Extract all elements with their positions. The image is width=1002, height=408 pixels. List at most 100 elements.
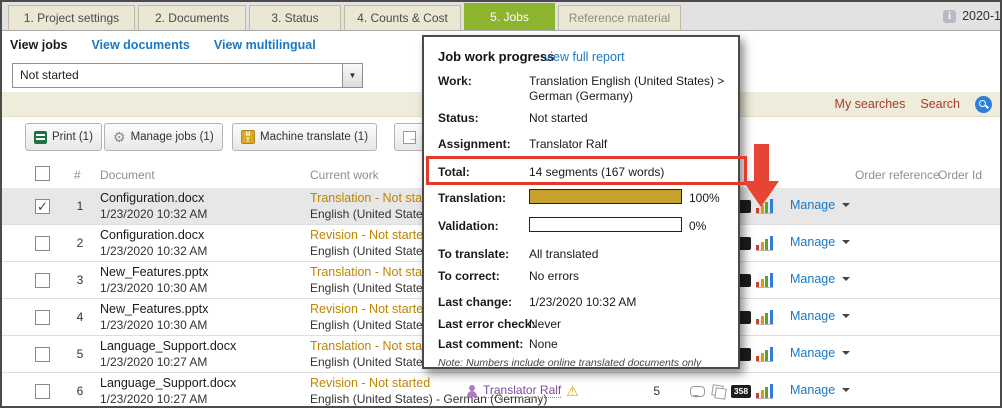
progress-chart-icon[interactable] [756,346,773,362]
tags-icon[interactable] [712,385,724,397]
to-correct-value: No errors [529,269,579,283]
chevron-down-icon [842,314,850,322]
chevron-down-icon [842,388,850,396]
machine-translate-button-label: Machine translate (1) [260,131,368,143]
gear-icon: ⚙ [113,131,126,144]
work-status: Revision - Not started [310,228,430,242]
export-icon [403,131,416,144]
document-name: New_Features.pptx [100,265,208,279]
work-value: Translation English (United States) > Ge… [529,74,734,104]
document-date: 1/23/2020 10:30 AM [100,281,207,295]
chevron-down-icon [842,203,850,211]
manage-label: Manage [790,346,835,360]
tab-status[interactable]: 3. Status [249,5,341,30]
col-order-id: Order Id [938,168,982,182]
status-filter-value[interactable]: Not started [12,63,342,88]
status-filter-dropdown[interactable]: Not started ▼ [12,63,363,88]
select-all-checkbox[interactable] [35,166,50,181]
progress-chart-icon[interactable] [756,272,773,288]
manage-label: Manage [790,235,835,249]
document-date: 1/23/2020 10:30 AM [100,318,207,332]
warning-icon[interactable]: ⚠ [566,384,579,398]
row-checkbox[interactable] [35,310,50,325]
manage-dropdown[interactable]: Manage [790,198,850,212]
translation-progress-bar [529,189,682,204]
job-work-progress-popup: Job work progress view full report Work:… [422,35,740,369]
segment-count: 5 [630,384,660,398]
search-link[interactable]: Search [920,97,960,111]
tab-counts-cost[interactable]: 4. Counts & Cost [344,5,461,30]
view-multilingual-link[interactable]: View multilingual [214,38,316,52]
progress-chart-icon[interactable] [756,383,773,399]
dropdown-arrow-icon[interactable]: ▼ [342,63,363,88]
work-status: Revision - Not started [310,376,430,390]
view-full-report-link[interactable]: view full report [544,50,625,64]
manage-jobs-button-label: Manage jobs (1) [131,131,214,143]
validation-label: Validation: [438,219,499,233]
machine-translate-button[interactable]: MT Machine translate (1) [232,123,377,151]
chevron-down-icon [842,240,850,248]
progress-chart-icon[interactable] [756,309,773,325]
print-button[interactable]: Print (1) [25,123,102,151]
col-order-reference: Order reference [855,168,940,182]
tab-project-settings[interactable]: 1. Project settings [8,5,135,30]
row-checkbox[interactable] [35,384,50,399]
document-date: 1/23/2020 10:32 AM [100,207,207,221]
row-checkbox[interactable] [35,347,50,362]
manage-jobs-button[interactable]: ⚙ Manage jobs (1) [104,123,223,151]
document-date: 1/23/2020 10:27 AM [100,355,207,369]
tab-reference-material[interactable]: Reference material [558,5,681,30]
print-icon [34,131,47,144]
document-date: 1/23/2020 10:32 AM [100,244,207,258]
last-error-check-label: Last error check: [438,317,535,331]
row-number: 4 [70,310,90,324]
progress-chart-icon[interactable] [756,198,773,214]
manage-dropdown[interactable]: Manage [790,383,850,397]
manage-dropdown[interactable]: Manage [790,309,850,323]
app-window: 1. Project settings 2. Documents 3. Stat… [0,0,1002,408]
row-number: 2 [70,236,90,250]
my-searches-link[interactable]: My searches [835,97,906,111]
col-document: Document [100,168,155,182]
project-id: 2020-1 [962,9,1001,23]
col-number: # [74,168,81,182]
row-checkbox[interactable] [35,199,50,214]
row-checkbox[interactable] [35,236,50,251]
row-number: 5 [70,347,90,361]
manage-label: Manage [790,198,835,212]
last-error-check-value: Never [529,317,561,331]
print-button-label: Print (1) [52,131,93,143]
row-checkbox[interactable] [35,273,50,288]
document-name: Language_Support.docx [100,376,236,390]
person-icon [466,385,478,397]
tab-documents[interactable]: 2. Documents [138,5,246,30]
manage-label: Manage [790,383,835,397]
assignment-label: Assignment: [438,137,511,151]
chevron-down-icon [842,351,850,359]
assignment-link[interactable]: Translator Ralf [483,383,561,398]
search-icon[interactable] [975,96,992,113]
view-jobs-tab[interactable]: View jobs [10,38,67,52]
row-number: 6 [70,384,90,398]
view-switcher: View jobs View documents View multilingu… [10,38,316,52]
last-comment-label: Last comment: [438,337,523,351]
work-label: Work: [438,74,472,88]
tab-bar: 1. Project settings 2. Documents 3. Stat… [2,2,1000,31]
manage-dropdown[interactable]: Manage [790,235,850,249]
popup-title: Job work progress [438,49,554,64]
col-current-work: Current work [310,168,379,182]
comment-icon[interactable] [690,386,705,397]
manage-label: Manage [790,272,835,286]
last-change-value: 1/23/2020 10:32 AM [529,295,636,309]
char-count-badge: 358 [731,385,751,398]
info-icon[interactable]: i [943,10,956,23]
table-row: 6 Language_Support.docx1/23/2020 10:27 A… [2,373,1000,408]
to-translate-value: All translated [529,247,598,261]
view-documents-link[interactable]: View documents [91,38,189,52]
tab-jobs[interactable]: 5. Jobs [464,3,555,30]
last-comment-value: None [529,337,558,351]
manage-dropdown[interactable]: Manage [790,346,850,360]
manage-dropdown[interactable]: Manage [790,272,850,286]
total-label: Total: [438,165,470,179]
progress-chart-icon[interactable] [756,235,773,251]
